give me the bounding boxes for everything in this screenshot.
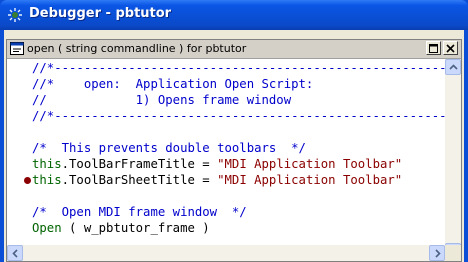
code-line-text: //*-------------------------------------… <box>32 109 447 123</box>
code-token-plain: .ToolBarSheetTitle = <box>61 173 218 187</box>
debugger-app-icon <box>8 8 22 22</box>
child-titlebar[interactable]: open ( string commandline ) for pbtutor <box>7 40 461 59</box>
arrow-right-icon <box>435 249 441 258</box>
code-token-plain: .ToolBarFrameTitle = <box>61 157 218 171</box>
code-line-text: Open ( w_pbtutor_frame ) <box>32 220 210 236</box>
client-area: open ( string commandline ) for pbtutor … <box>4 30 464 262</box>
child-title: open ( string commandline ) for pbtutor <box>27 42 247 55</box>
close-icon <box>446 44 455 53</box>
script-child-window: open ( string commandline ) for pbtutor … <box>6 39 462 262</box>
code-line-text: this.ToolBarSheetTitle = "MDI Applicatio… <box>32 172 402 188</box>
code-line-text: // 1) Opens frame window <box>32 93 292 107</box>
script-code-pane[interactable]: //*-------------------------------------… <box>7 59 447 255</box>
arrow-up-icon <box>449 64 458 70</box>
scroll-left-button[interactable] <box>7 245 23 261</box>
horizontal-scrollbar[interactable] <box>7 245 445 261</box>
code-line-text: /* Open MDI frame window */ <box>32 205 247 219</box>
code-line-text: this.ToolBarFrameTitle = "MDI Applicatio… <box>32 156 402 172</box>
close-button[interactable] <box>443 41 458 55</box>
code-token-plain: ( w_pbtutor_frame ) <box>61 221 210 235</box>
script-window-icon <box>10 42 24 55</box>
restore-button[interactable] <box>426 41 441 55</box>
window-title: Debugger - pbtutor <box>29 6 172 21</box>
window-border-right <box>464 30 468 262</box>
code-token-keyword: Open <box>32 221 62 235</box>
scrollbar-corner <box>445 245 461 261</box>
debugger-window: Debugger - pbtutor open ( string command… <box>0 0 468 262</box>
code-line-text: /* This prevents double toolbars */ <box>32 141 306 155</box>
restore-icon <box>429 44 438 53</box>
vertical-scrollbar[interactable] <box>445 59 461 259</box>
code-line-text: //* open: Application Open Script: <box>32 77 314 91</box>
arrow-left-icon <box>12 249 18 258</box>
scroll-up-button[interactable] <box>445 59 461 75</box>
breakpoint-marker[interactable] <box>24 177 31 184</box>
code-token-string: "MDI Application Toolbar" <box>217 173 403 187</box>
code-token-keyword: this <box>32 157 62 171</box>
code-token-string: "MDI Application Toolbar" <box>217 157 403 171</box>
scroll-right-button[interactable] <box>429 245 445 261</box>
code-token-keyword: this <box>32 173 62 187</box>
window-titlebar[interactable]: Debugger - pbtutor <box>0 0 468 30</box>
code-line-text: //*-------------------------------------… <box>32 61 447 75</box>
